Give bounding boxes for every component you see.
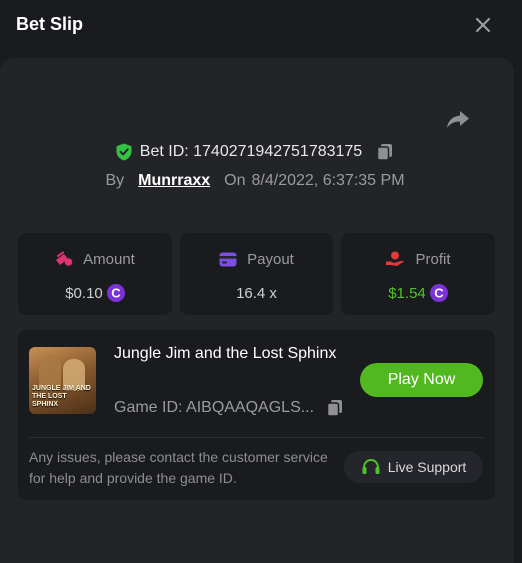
game-card: JUNGLE JIM AND THE LOST SPHINX Jungle Ji… (18, 330, 495, 500)
copy-game-id-icon[interactable] (326, 399, 344, 417)
game-id-text: Game ID: AIBQAAQAGLS... (114, 399, 315, 416)
hand-coin-icon (386, 251, 405, 266)
profit-value: $1.54 (388, 284, 426, 302)
username-link[interactable]: Munrraxx (138, 172, 210, 190)
profit-label: Profit (415, 250, 451, 268)
game-id-row: Game ID: AIBQAAQAGLS... (114, 397, 344, 419)
currency-coin-icon: C (429, 284, 448, 302)
coins-stack-icon (56, 251, 73, 266)
payout-card: Payout 16.4 x (180, 233, 333, 315)
game-name: Jungle Jim and the Lost Sphinx (114, 345, 337, 362)
game-thumbnail-title: JUNGLE JIM AND THE LOST SPHINX (32, 385, 91, 408)
amount-label: Amount (83, 250, 135, 268)
bet-owner-row: By Munrraxx On 8/4/2022, 6:37:35 PM (0, 170, 510, 192)
live-support-button[interactable]: Live Support (344, 451, 483, 483)
by-label: By (105, 172, 125, 189)
bet-datetime: 8/4/2022, 6:37:35 PM (251, 172, 405, 189)
close-icon (475, 17, 491, 33)
bet-id-text: Bet ID: 1740271942751783175 (139, 143, 363, 160)
payout-label: Payout (247, 250, 294, 268)
currency-coin-icon: C (106, 284, 125, 302)
close-button[interactable] (472, 14, 494, 36)
modal-title: Bet Slip (16, 14, 84, 34)
share-button[interactable] (445, 108, 471, 130)
support-message: Any issues, please contact the customer … (29, 449, 328, 486)
live-support-label: Live Support (387, 459, 467, 475)
bet-id-row: Bet ID: 1740271942751783175 (0, 141, 510, 163)
on-label: On (224, 172, 246, 189)
svg-text:C: C (111, 286, 121, 301)
play-now-button[interactable]: Play Now (360, 363, 483, 397)
profit-card: Profit $1.54 C (341, 233, 495, 315)
shield-check-icon (116, 143, 132, 161)
card-icon (219, 252, 237, 266)
payout-value: 16.4 x (236, 284, 277, 302)
headset-icon (362, 458, 380, 474)
divider (29, 437, 484, 438)
modal-header: Bet Slip (0, 0, 522, 58)
amount-card: Amount $0.10 C (18, 233, 172, 315)
game-thumbnail[interactable]: JUNGLE JIM AND THE LOST SPHINX (29, 347, 96, 414)
share-icon (447, 111, 469, 128)
copy-bet-id-icon[interactable] (376, 143, 394, 161)
amount-value: $0.10 (65, 284, 103, 302)
svg-text:C: C (434, 286, 444, 301)
